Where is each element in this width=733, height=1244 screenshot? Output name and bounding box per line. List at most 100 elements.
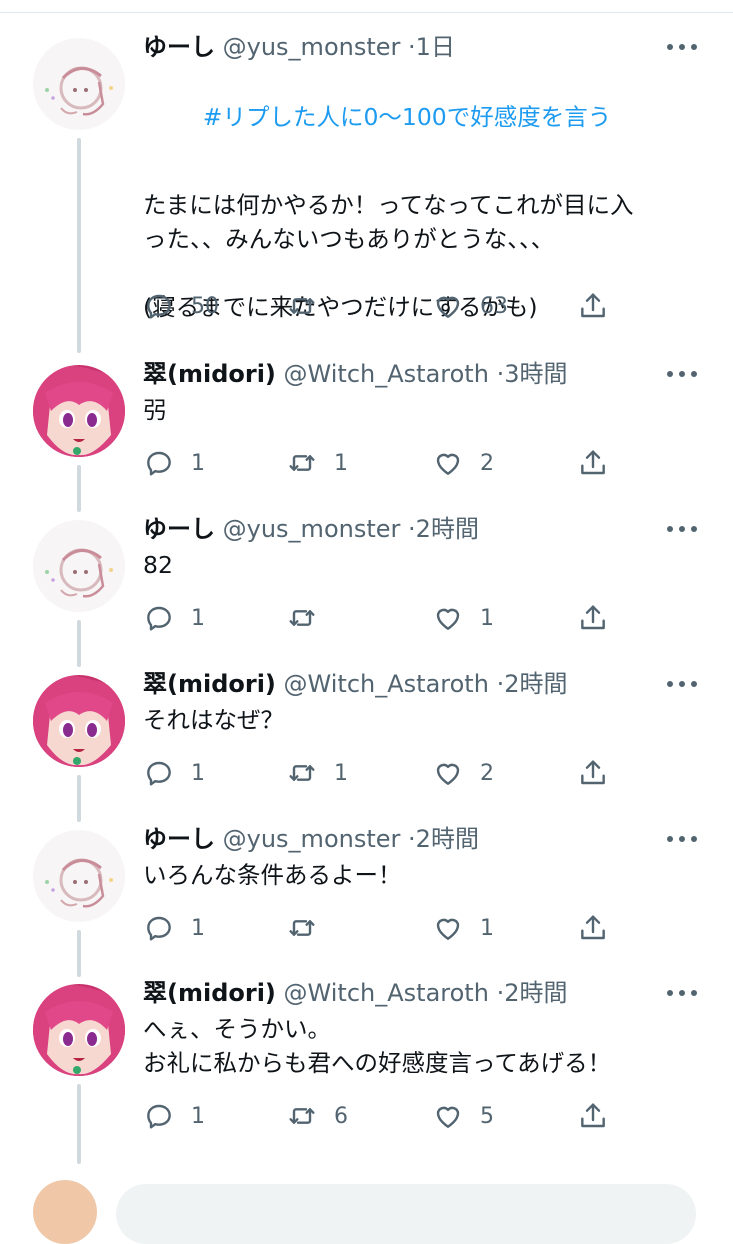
display-name[interactable]: ゆーし	[143, 825, 215, 853]
retweet-arrows-icon	[286, 912, 318, 944]
reply-button[interactable]: 1	[143, 443, 205, 483]
heart-outline-icon	[432, 912, 464, 944]
tweet-text: いろんな条件あるよー！	[143, 861, 402, 889]
speech-bubble-icon	[143, 757, 175, 789]
hashtag-link[interactable]: #リプした人に0〜100で好感度を言う	[203, 103, 612, 131]
speech-bubble-icon	[143, 602, 175, 634]
like-button[interactable]: 63	[432, 286, 508, 326]
like-button[interactable]: 1	[432, 598, 494, 638]
more-options-icon[interactable]	[667, 369, 697, 379]
share-button[interactable]	[577, 598, 609, 638]
tweet-text: 82	[143, 551, 173, 579]
retweet-button[interactable]: 1	[286, 753, 348, 793]
like-count: 1	[480, 915, 494, 941]
user-handle[interactable]: @Witch_Astaroth	[284, 979, 489, 1007]
thread-connector	[77, 620, 81, 667]
reply-count: 1	[191, 760, 205, 786]
timestamp[interactable]: 3時間	[504, 360, 567, 388]
like-button[interactable]: 5	[432, 1096, 494, 1136]
reply-button[interactable]: 50	[143, 286, 219, 326]
heart-outline-icon	[432, 757, 464, 789]
thread-connector	[77, 930, 81, 977]
timestamp[interactable]: 2時間	[416, 515, 479, 543]
avatar[interactable]	[33, 830, 125, 922]
speech-bubble-icon	[143, 290, 175, 322]
tweet-text: #リプした人に0〜100で好感度を言う	[143, 66, 693, 168]
share-button[interactable]	[577, 908, 609, 948]
user-handle[interactable]: @yus_monster	[223, 825, 401, 853]
retweet-button[interactable]	[286, 286, 334, 326]
retweet-button[interactable]	[286, 598, 334, 638]
like-button[interactable]: 2	[432, 443, 494, 483]
tweet-header: 翠(midori) @Witch_Astaroth ·2時間	[143, 976, 693, 1010]
retweet-arrows-icon	[286, 1100, 318, 1132]
thread-connector	[77, 1084, 81, 1164]
reply-count: 1	[191, 450, 205, 476]
more-options-icon[interactable]	[667, 524, 697, 534]
tweet-header: ゆーし @yus_monster ·2時間	[143, 822, 693, 856]
avatar[interactable]	[33, 675, 125, 767]
avatar[interactable]	[33, 520, 125, 612]
tweet-actions: 1 1 2	[143, 443, 623, 483]
share-upload-icon	[577, 602, 609, 634]
timestamp[interactable]: 1日	[416, 33, 455, 61]
reply-button[interactable]: 1	[143, 598, 205, 638]
top-divider	[0, 12, 733, 13]
display-name[interactable]: 翠(midori)	[143, 979, 276, 1007]
speech-bubble-icon	[143, 912, 175, 944]
current-user-avatar[interactable]	[33, 1180, 97, 1244]
timestamp[interactable]: 2時間	[416, 825, 479, 853]
retweet-arrows-icon	[286, 602, 318, 634]
user-handle[interactable]: @yus_monster	[223, 515, 401, 543]
avatar[interactable]	[33, 38, 125, 130]
retweet-count: 1	[334, 760, 348, 786]
display-name[interactable]: 翠(midori)	[143, 360, 276, 388]
reply-button[interactable]: 1	[143, 753, 205, 793]
like-button[interactable]: 1	[432, 908, 494, 948]
timestamp[interactable]: 2時間	[504, 979, 567, 1007]
separator-dot: ·	[408, 33, 416, 61]
share-upload-icon	[577, 1100, 609, 1132]
like-count: 1	[480, 605, 494, 631]
reply-button[interactable]: 1	[143, 1096, 205, 1136]
thread-connector	[77, 465, 81, 512]
share-button[interactable]	[577, 753, 609, 793]
speech-bubble-icon	[143, 447, 175, 479]
reply-button[interactable]: 1	[143, 908, 205, 948]
retweet-arrows-icon	[286, 447, 318, 479]
share-button[interactable]	[577, 1096, 609, 1136]
share-button[interactable]	[577, 286, 609, 326]
retweet-button[interactable]	[286, 908, 334, 948]
retweet-button[interactable]: 6	[286, 1096, 348, 1136]
timestamp[interactable]: 2時間	[504, 670, 567, 698]
more-options-icon[interactable]	[667, 679, 697, 689]
user-handle[interactable]: @Witch_Astaroth	[284, 360, 489, 388]
like-count: 5	[480, 1103, 494, 1129]
retweet-button[interactable]: 1	[286, 443, 348, 483]
reply-input[interactable]	[116, 1184, 696, 1244]
more-options-icon[interactable]	[667, 988, 697, 998]
tweet-actions: 1 6 5	[143, 1096, 623, 1136]
heart-outline-icon	[432, 1100, 464, 1132]
display-name[interactable]: ゆーし	[143, 515, 215, 543]
share-upload-icon	[577, 912, 609, 944]
tweet-actions: 11	[143, 598, 623, 638]
heart-outline-icon	[432, 447, 464, 479]
user-handle[interactable]: @Witch_Astaroth	[284, 670, 489, 698]
more-options-icon[interactable]	[667, 834, 697, 844]
display-name[interactable]: 翠(midori)	[143, 670, 276, 698]
like-count: 63	[480, 293, 508, 319]
avatar[interactable]	[33, 365, 125, 457]
tweet-header: ゆーし @yus_monster ·1日	[143, 30, 693, 64]
avatar[interactable]	[33, 984, 125, 1076]
retweet-arrows-icon	[286, 290, 318, 322]
like-count: 2	[480, 760, 494, 786]
share-upload-icon	[577, 447, 609, 479]
display-name[interactable]: ゆーし	[143, 33, 215, 61]
like-button[interactable]: 2	[432, 753, 494, 793]
like-count: 2	[480, 450, 494, 476]
tweet-text: それはなぜ？	[143, 706, 284, 734]
user-handle[interactable]: @yus_monster	[223, 33, 401, 61]
share-button[interactable]	[577, 443, 609, 483]
more-options-icon[interactable]	[667, 42, 697, 52]
